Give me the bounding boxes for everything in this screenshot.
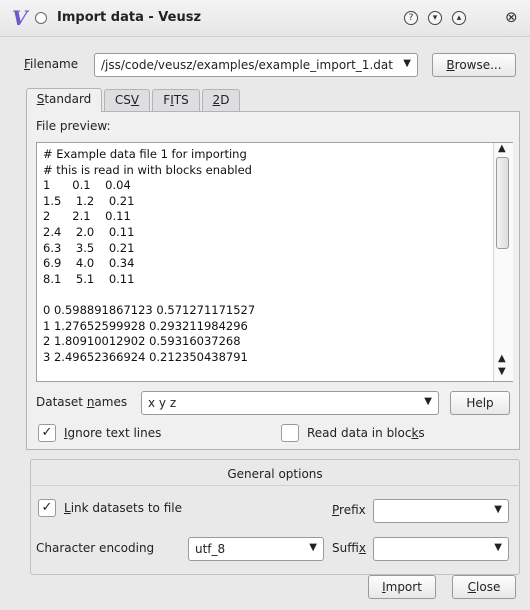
filename-value: /jss/code/veusz/examples/example_import_… — [101, 58, 393, 72]
divider — [30, 485, 520, 486]
dataset-names-value: x y z — [148, 396, 177, 410]
chevron-down-icon: ▼ — [494, 504, 502, 515]
dataset-names-label: Dataset names — [36, 395, 128, 409]
import-button[interactable]: Import — [368, 575, 436, 599]
scrollbar-thumb[interactable] — [496, 157, 509, 249]
tab-2d[interactable]: 2D — [202, 89, 240, 111]
chevron-down-icon: ▼ — [494, 542, 502, 553]
character-encoding-combo[interactable]: utf_8 ▼ — [188, 537, 324, 561]
chevron-down-icon: ▼ — [424, 396, 432, 407]
minimize-icon[interactable]: ▾ — [428, 11, 442, 25]
general-options-title: General options — [227, 467, 323, 481]
character-encoding-label: Character encoding — [36, 541, 155, 555]
suffix-label: Suffix — [332, 541, 366, 555]
scroll-up-small-icon[interactable]: ▲ — [498, 353, 506, 364]
chevron-down-icon: ▼ — [403, 58, 411, 69]
maximize-icon[interactable]: ▴ — [452, 11, 466, 25]
browse-button[interactable]: Browse... — [432, 53, 516, 77]
filename-label: Filename — [24, 57, 79, 71]
scroll-down-icon[interactable]: ▼ — [498, 366, 506, 377]
help-button[interactable]: Help — [450, 391, 510, 415]
dataset-names-input[interactable]: x y z ▼ — [141, 391, 439, 415]
tab-csv[interactable]: CSV — [104, 89, 150, 111]
link-datasets-checkbox[interactable]: ✓ — [38, 499, 56, 517]
close-button[interactable]: Close — [452, 575, 516, 599]
read-data-in-blocks-checkbox[interactable] — [281, 424, 299, 442]
prefix-combo[interactable]: ▼ — [373, 499, 509, 523]
link-datasets-label: Link datasets to file — [64, 501, 182, 515]
scroll-up-icon[interactable]: ▲ — [498, 143, 506, 154]
window-title: Import data - Veusz — [57, 10, 202, 25]
file-preview-text[interactable]: # Example data file 1 for importing # th… — [36, 142, 513, 382]
veusz-logo-icon: V — [12, 6, 28, 30]
file-preview-content: # Example data file 1 for importing # th… — [43, 147, 256, 364]
ignore-text-lines-label: Ignore text lines — [64, 426, 162, 440]
file-preview-label: File preview: — [36, 119, 111, 133]
question-icon[interactable]: ? — [404, 11, 418, 25]
read-data-in-blocks-label: Read data in blocks — [307, 426, 425, 440]
ignore-text-lines-checkbox[interactable]: ✓ — [38, 424, 56, 442]
filename-combo[interactable]: /jss/code/veusz/examples/example_import_… — [94, 53, 418, 77]
suffix-combo[interactable]: ▼ — [373, 537, 509, 561]
prefix-label: Prefix — [332, 503, 366, 517]
tab-fits[interactable]: FITS — [152, 89, 200, 111]
window-menu-icon[interactable] — [35, 12, 47, 24]
close-icon[interactable]: ⊗ — [505, 8, 518, 26]
tab-standard[interactable]: Standard — [26, 88, 102, 112]
encoding-value: utf_8 — [195, 542, 226, 556]
chevron-down-icon: ▼ — [309, 542, 317, 553]
